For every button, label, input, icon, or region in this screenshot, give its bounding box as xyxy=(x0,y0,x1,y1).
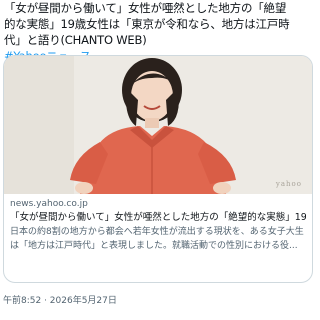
card-title[interactable]: 「女が昼間から働いて」女性が唖然とした地方の「絶望的な実態」19... xyxy=(10,211,306,225)
woman-in-orange-dress-image xyxy=(4,56,312,194)
card-description: 日本の約8割の地方から都会へ若年女性が流出する現状を、ある女子大生 は「地方は江… xyxy=(10,225,306,253)
card-domain: news.yahoo.co.jp xyxy=(10,199,88,209)
tweet-text-line-1: 「女が昼間から働いて」女性が唖然とした地方の「絶望 xyxy=(4,1,287,15)
card-description-line-1: 日本の約8割の地方から都会へ若年女性が流出する現状を、ある女子大生 xyxy=(10,227,304,237)
card-description-line-2: は「地方は江戸時代」と表現しました。就職活動での性別における役... xyxy=(10,241,298,251)
tweet-timestamp[interactable]: 午前8:52 · 2026年5月27日 xyxy=(3,293,117,306)
article-photo: yahoo xyxy=(4,56,312,194)
tweet-text-line-3: 代」と語り(CHANTO WEB) xyxy=(4,33,147,47)
card-meta: news.yahoo.co.jp 「女が昼間から働いて」女性が唖然とした地方の「… xyxy=(10,197,306,253)
tweet-text-line-2: 的な実態」19歳女性は「東京が令和なら、地方は江戸時 xyxy=(4,17,290,31)
photo-watermark: yahoo xyxy=(275,180,302,188)
link-preview-card[interactable]: yahoo news.yahoo.co.jp 「女が昼間から働いて」女性が唖然と… xyxy=(3,55,313,283)
